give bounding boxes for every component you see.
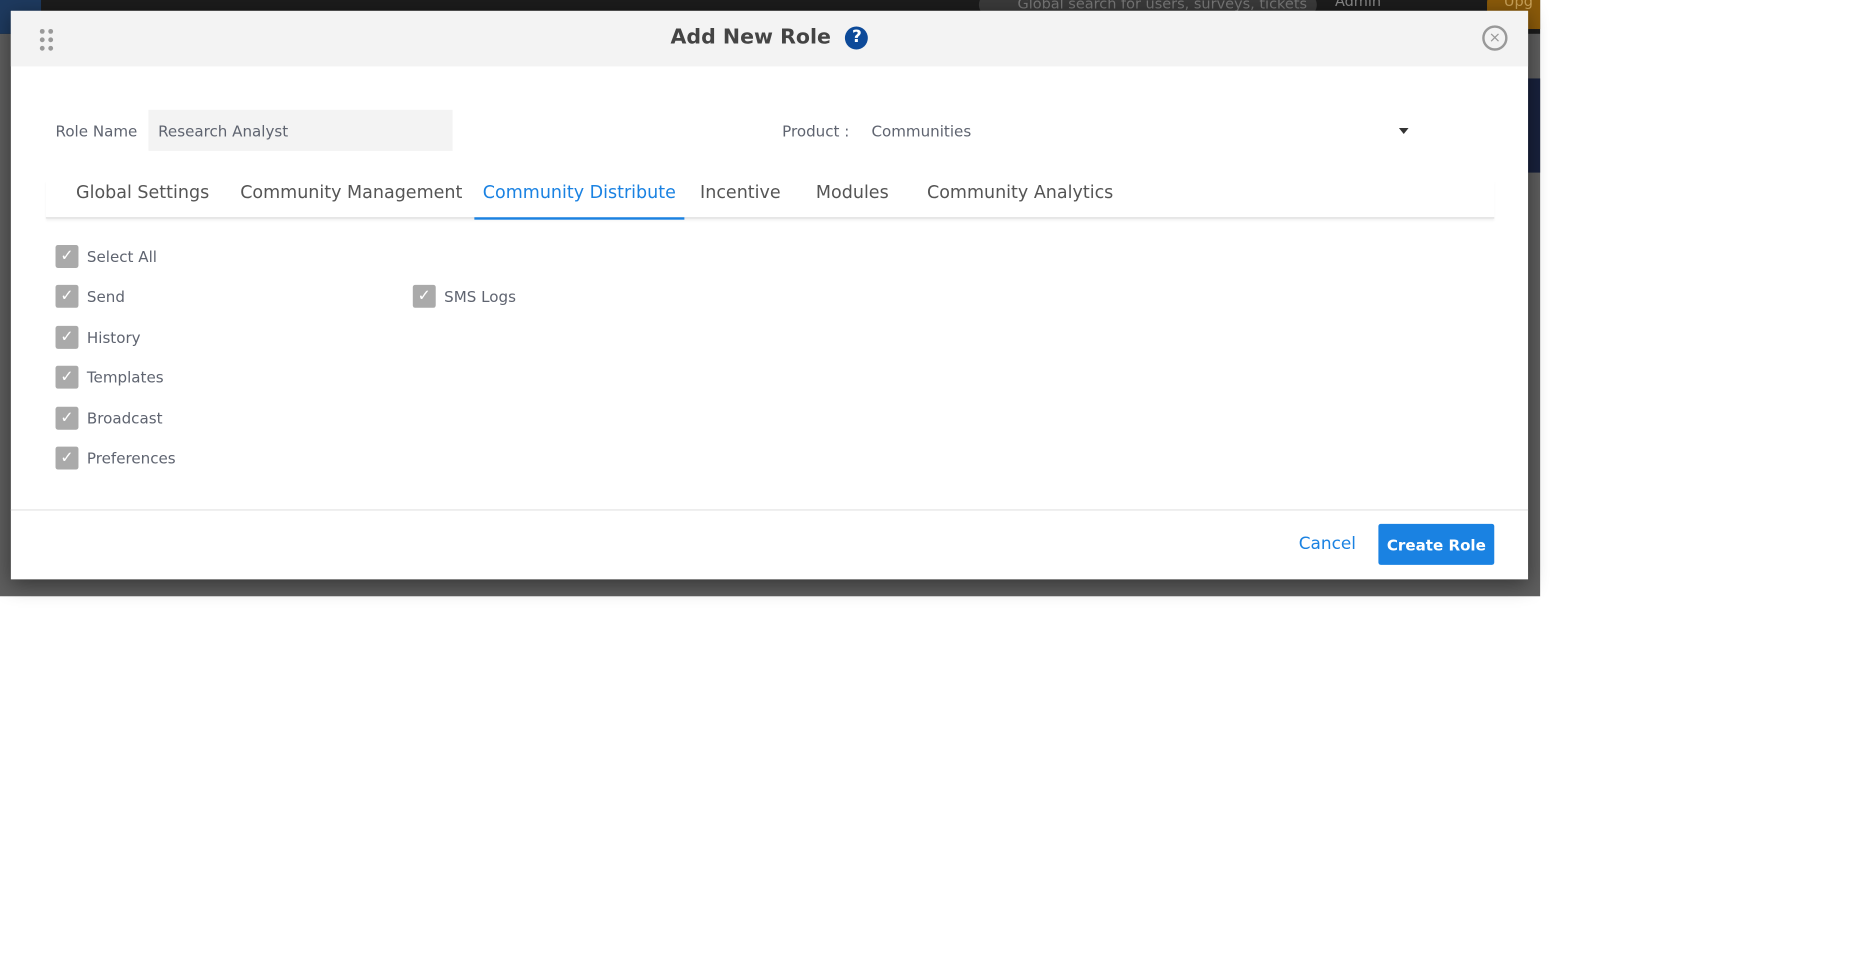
checkbox-templates[interactable]: ✓ Templates bbox=[55, 365, 164, 389]
check-icon[interactable]: ✓ bbox=[55, 284, 79, 308]
dialog-title: Add New Role? bbox=[11, 25, 1528, 50]
add-role-dialog: Add New Role? × Role Name Product : Comm… bbox=[10, 10, 1529, 580]
tab-incentive[interactable]: Incentive bbox=[692, 183, 789, 217]
product-select[interactable]: Communities bbox=[871, 122, 1414, 146]
check-icon[interactable]: ✓ bbox=[412, 284, 436, 308]
checkbox-label: SMS Logs bbox=[444, 287, 516, 306]
checkbox-label: Templates bbox=[86, 368, 164, 387]
checkbox-label: Preferences bbox=[86, 449, 176, 468]
checkbox-label: Broadcast bbox=[86, 409, 163, 428]
check-icon[interactable]: ✓ bbox=[55, 406, 79, 430]
create-role-button[interactable]: Create Role bbox=[1378, 523, 1495, 565]
tab-global-settings[interactable]: Global Settings bbox=[68, 183, 218, 217]
dialog-header: Add New Role? × bbox=[10, 10, 1529, 67]
check-icon[interactable]: ✓ bbox=[55, 245, 79, 268]
role-name-label: Role Name bbox=[55, 121, 138, 141]
footer-divider bbox=[10, 509, 1529, 511]
close-icon[interactable]: × bbox=[1482, 25, 1508, 51]
help-icon[interactable]: ? bbox=[845, 26, 869, 50]
product-label: Product : bbox=[782, 121, 850, 141]
chevron-down-icon[interactable] bbox=[1398, 127, 1409, 134]
permission-tabs: Global Settings Community Management Com… bbox=[45, 180, 1495, 220]
user-menu: Admin bbox=[1334, 0, 1382, 10]
checkbox-label: History bbox=[86, 328, 141, 347]
tab-community-distribute[interactable]: Community Distribute bbox=[474, 183, 685, 220]
tab-modules[interactable]: Modules bbox=[807, 183, 897, 217]
cancel-button[interactable]: Cancel bbox=[1299, 535, 1356, 554]
checkbox-send[interactable]: ✓ Send bbox=[55, 284, 125, 308]
role-name-input[interactable] bbox=[148, 109, 453, 151]
checkbox-preferences[interactable]: ✓ Preferences bbox=[55, 446, 176, 470]
dialog-title-text: Add New Role bbox=[670, 25, 831, 50]
checkbox-sms-logs[interactable]: ✓ SMS Logs bbox=[412, 284, 516, 308]
checkbox-broadcast[interactable]: ✓ Broadcast bbox=[55, 406, 163, 430]
checkbox-label: Send bbox=[86, 287, 125, 306]
check-icon[interactable]: ✓ bbox=[55, 365, 79, 389]
tab-community-analytics[interactable]: Community Analytics bbox=[919, 183, 1122, 217]
check-icon[interactable]: ✓ bbox=[55, 446, 79, 470]
checkbox-label: Select All bbox=[86, 247, 157, 266]
checkbox-select-all[interactable]: ✓ Select All bbox=[55, 245, 157, 268]
tab-community-management[interactable]: Community Management bbox=[232, 183, 471, 217]
check-icon[interactable]: ✓ bbox=[55, 325, 79, 349]
checkbox-history[interactable]: ✓ History bbox=[55, 325, 141, 349]
